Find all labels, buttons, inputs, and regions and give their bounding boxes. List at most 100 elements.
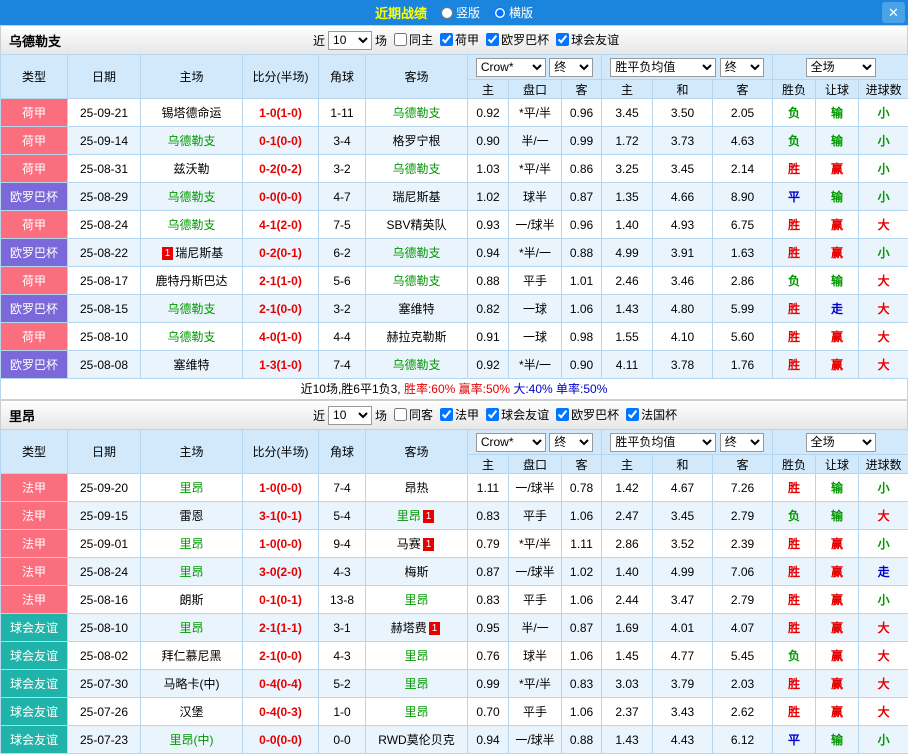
filter-checkbox[interactable] [556,33,569,46]
team-name-link[interactable]: 格罗宁根 [392,134,440,148]
odds-source-select[interactable]: Crow* [476,58,546,77]
team-name-link[interactable]: 里昂(中) [170,733,214,747]
team-name-link[interactable]: 汉堡 [179,705,203,719]
team-name-link[interactable]: 赫拉克勒斯 [386,330,446,344]
team-name-link[interactable]: 塞维特 [173,358,209,372]
team-name-link[interactable]: 里昂 [404,677,428,691]
filter-checkbox[interactable] [556,408,569,421]
close-icon[interactable]: ✕ [882,2,905,23]
team-name-link[interactable]: 里昂 [179,565,203,579]
team-name-link[interactable]: 里昂 [404,649,428,663]
euro-draw-odds-cell: 3.79 [653,670,713,698]
euro-mean-select[interactable]: 胜平负均值 [610,433,716,452]
layout-option-horizontal[interactable]: 横版 [494,4,533,21]
euro-mean-select[interactable]: 胜平负均值 [610,58,716,77]
team-name-link[interactable]: 乌德勒支 [392,358,440,372]
team-name-link[interactable]: 里昂 [397,509,421,523]
team-name-link[interactable]: 里昂 [404,705,428,719]
filter-checkbox[interactable] [394,408,407,421]
team-name-link[interactable]: 里昂 [404,593,428,607]
team-name-link[interactable]: 乌德勒支 [392,274,440,288]
horizontal-layout-radio[interactable] [494,7,506,19]
team-name-link[interactable]: 乌德勒支 [167,302,215,316]
team-name-link[interactable]: RWD莫伦贝克 [378,733,454,747]
asian-handicap-cell: *平/半 [509,670,562,698]
league-cell: 荷甲 [1,99,68,127]
filter-法国杯[interactable]: 法国杯 [626,406,677,423]
team-name-link[interactable]: 马赛 [397,537,421,551]
team-name-link[interactable]: 里昂 [179,621,203,635]
team-name-link[interactable]: 梅斯 [404,565,428,579]
filter-同客[interactable]: 同客 [394,406,433,423]
corner-cell: 7-4 [319,351,366,379]
filter-checkbox[interactable] [486,408,499,421]
col-handicap-result: 让球 [816,80,859,99]
filter-checkbox[interactable] [440,33,453,46]
team-name-link[interactable]: 乌德勒支 [392,162,440,176]
near-count-select[interactable]: 10 [328,31,372,50]
team-name-link[interactable]: 赫塔费 [391,621,427,635]
team-name-link[interactable]: 乌德勒支 [167,218,215,232]
home-team-cell: 雷恩 [141,502,243,530]
filter-荷甲[interactable]: 荷甲 [440,31,479,48]
filter-checkbox[interactable] [626,408,639,421]
layout-option-vertical[interactable]: 竖版 [441,4,480,21]
euro-final-select[interactable]: 终 [720,433,764,452]
team-name-link[interactable]: 乌德勒支 [167,134,215,148]
filter-球会友谊[interactable]: 球会友谊 [486,406,549,423]
team-name-link[interactable]: 拜仁慕尼黑 [161,649,221,663]
team-name-link[interactable]: 乌德勒支 [392,106,440,120]
euro-away-odds-cell: 6.75 [713,211,773,239]
team-name-link[interactable]: 乌德勒支 [167,330,215,344]
asian-handicap-cell: 一/球半 [509,211,562,239]
near-count-select[interactable]: 10 [328,406,372,425]
goals-result-cell: 大 [859,267,908,295]
date-cell: 25-08-10 [68,614,141,642]
team-name-link[interactable]: 里昂 [179,481,203,495]
result-scope-select[interactable]: 全场 [806,433,876,452]
wdl-result-cell: 负 [773,642,816,670]
filter-checkbox[interactable] [486,33,499,46]
team-name-link[interactable]: 瑞尼斯基 [392,190,440,204]
filter-欧罗巴杯[interactable]: 欧罗巴杯 [486,31,549,48]
filter-checkbox[interactable] [394,33,407,46]
team-name-link[interactable]: 里昂 [179,537,203,551]
filter-球会友谊[interactable]: 球会友谊 [556,31,619,48]
date-cell: 25-09-21 [68,99,141,127]
filter-欧罗巴杯[interactable]: 欧罗巴杯 [556,406,619,423]
euro-final-select[interactable]: 终 [720,58,764,77]
team-name-link[interactable]: 马略卡(中) [164,677,220,691]
odds-final-select[interactable]: 终 [549,433,593,452]
odds-final-select[interactable]: 终 [549,58,593,77]
score-cell: 3-1(0-1) [243,502,319,530]
match-row: 荷甲25-08-10乌德勒支4-0(1-0)4-4赫拉克勒斯0.91一球0.98… [1,323,908,351]
team-name-link[interactable]: 朗斯 [179,593,203,607]
euro-away-odds-cell: 4.63 [713,127,773,155]
filter-同主[interactable]: 同主 [394,31,433,48]
team-name-link[interactable]: SBV精英队 [386,218,446,232]
wdl-result-cell: 负 [773,127,816,155]
handicap-result-cell: 输 [816,474,859,502]
vertical-layout-radio[interactable] [441,7,453,19]
filter-法甲[interactable]: 法甲 [440,406,479,423]
team-name-link[interactable]: 鹿特丹斯巴达 [155,274,227,288]
games-label: 场 [375,407,387,424]
filter-checkbox[interactable] [440,408,453,421]
asian-away-odds-cell: 0.88 [562,239,602,267]
team-name-link[interactable]: 乌德勒支 [392,246,440,260]
team-name-link[interactable]: 兹沃勒 [173,162,209,176]
asian-away-odds-cell: 1.06 [562,642,602,670]
asian-away-odds-cell: 0.98 [562,323,602,351]
odds-source-select[interactable]: Crow* [476,433,546,452]
team-name-link[interactable]: 乌德勒支 [167,190,215,204]
team-name-link[interactable]: 锡塔德命运 [161,106,221,120]
team-name-link[interactable]: 瑞尼斯基 [175,246,223,260]
away-team-cell: 乌德勒支 [366,155,468,183]
result-scope-select[interactable]: 全场 [806,58,876,77]
asian-away-odds-cell: 1.06 [562,698,602,726]
filter-bar: 近 10 场 同主荷甲欧罗巴杯球会友谊 [313,31,619,50]
asian-away-odds-cell: 1.06 [562,295,602,323]
team-name-link[interactable]: 塞维特 [398,302,434,316]
team-name-link[interactable]: 雷恩 [179,509,203,523]
team-name-link[interactable]: 昂热 [404,481,428,495]
